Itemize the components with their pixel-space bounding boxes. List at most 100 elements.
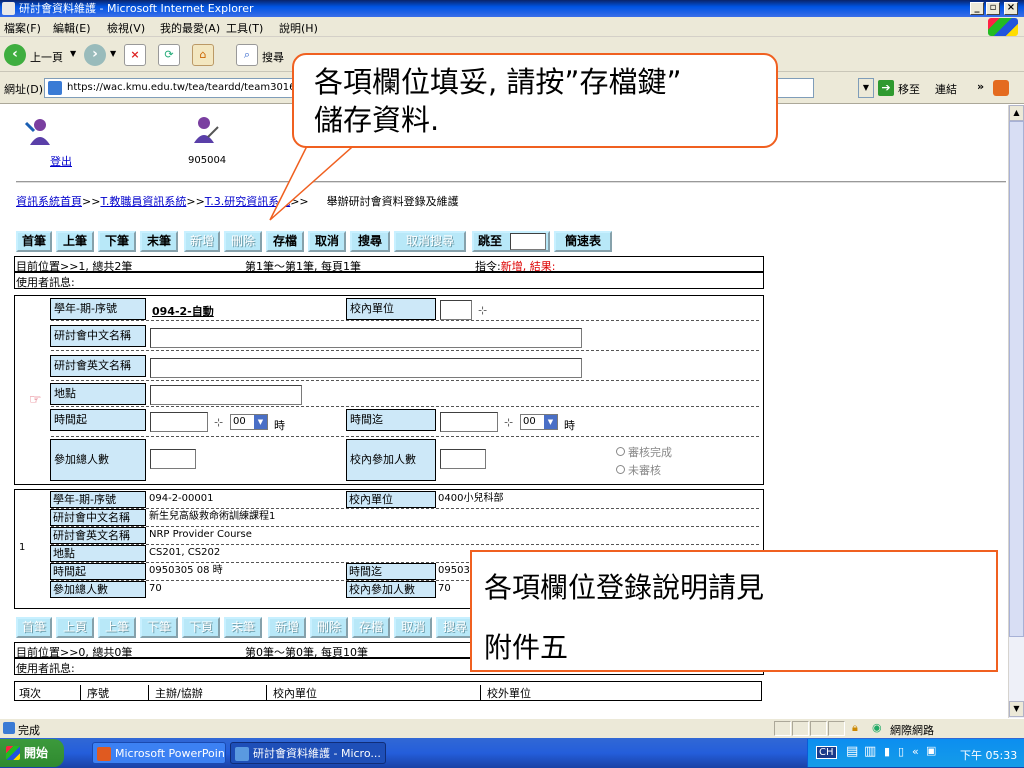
status-pane	[810, 721, 827, 736]
breadcrumb-home[interactable]: 資訊系統首頁	[16, 195, 82, 208]
start-button[interactable]: 開始	[0, 739, 64, 767]
window-title: 研討會資料維護 - Microsoft Internet Explorer	[19, 2, 254, 15]
record-internal-value: 70	[438, 583, 451, 594]
start-date-input[interactable]	[150, 412, 208, 432]
list-next-button[interactable]: 下筆	[140, 617, 178, 638]
cancel-search-button[interactable]: 取消搜尋	[394, 231, 466, 252]
home-icon[interactable]: ⌂	[192, 44, 214, 66]
menu-file[interactable]: 檔案(F)	[4, 20, 41, 36]
first-record-button[interactable]: 首筆	[16, 231, 52, 252]
menu-help[interactable]: 說明(H)	[279, 20, 318, 36]
task-ie[interactable]: 研討會資料維護 - Micro...	[230, 742, 386, 764]
delete-button[interactable]: 刪除	[224, 231, 262, 252]
back-arrow-icon[interactable]: ‹	[4, 44, 26, 66]
menu-tools[interactable]: 工具(T)	[226, 20, 263, 36]
list-prev-button[interactable]: 上筆	[98, 617, 136, 638]
search-button[interactable]: 搜尋	[350, 231, 390, 252]
links-chevron-icon[interactable]: »	[977, 80, 984, 93]
record-place-value: CS201, CS202	[149, 547, 221, 558]
calendar-icon[interactable]: ⊹	[214, 417, 228, 429]
cn-name-input[interactable]	[150, 328, 582, 348]
list-search-button[interactable]: 搜尋	[436, 617, 474, 638]
network-icon[interactable]: ▣	[926, 744, 936, 757]
th-external-unit: 校外單位	[487, 687, 531, 700]
end-time-label: 時間迄	[346, 409, 436, 431]
internal-unit-input[interactable]	[440, 300, 472, 320]
logout-link[interactable]: 登出	[50, 153, 72, 169]
menu-favorites[interactable]: 我的最愛(A)	[160, 20, 220, 36]
tray-icon[interactable]: ▮	[884, 745, 890, 758]
scroll-up-icon[interactable]: ▲	[1009, 105, 1024, 121]
menu-edit[interactable]: 編輯(E)	[53, 20, 91, 36]
radio-approved[interactable]	[616, 447, 625, 456]
start-time-label: 時間起	[50, 409, 146, 431]
vertical-scrollbar[interactable]: ▲ ▼	[1008, 105, 1024, 718]
list-first-button[interactable]: 首筆	[16, 617, 52, 638]
forward-arrow-icon[interactable]: ›	[84, 44, 106, 66]
jump-label: 跳至	[478, 234, 503, 248]
list-prev-page-button[interactable]: 上頁	[56, 617, 94, 638]
search-button[interactable]: 搜尋	[262, 49, 284, 65]
task-powerpoint[interactable]: Microsoft PowerPoint - [...	[92, 742, 226, 764]
lookup-icon[interactable]: ⊹	[478, 305, 492, 317]
cancel-button[interactable]: 取消	[308, 231, 346, 252]
menu-view[interactable]: 檢視(V)	[107, 20, 145, 36]
list-last-button[interactable]: 末筆	[224, 617, 262, 638]
list-delete-button[interactable]: 刪除	[310, 617, 348, 638]
powerpoint-icon	[97, 747, 111, 761]
record-place-label: 地點	[50, 545, 146, 562]
header-divider	[16, 181, 1006, 183]
add-button[interactable]: 新增	[184, 231, 220, 252]
list-save-button[interactable]: 存檔	[352, 617, 390, 638]
forward-dropdown-icon[interactable]: ▼	[110, 49, 116, 58]
back-button[interactable]: 上一頁	[30, 49, 63, 65]
scroll-down-icon[interactable]: ▼	[1009, 701, 1024, 717]
translate-icon[interactable]	[993, 80, 1009, 96]
address-dropdown-icon[interactable]: ▼	[858, 78, 874, 98]
record-total-label: 參加總人數	[50, 581, 146, 598]
links-button[interactable]: 連結	[935, 81, 957, 97]
maximize-button[interactable]: ▫	[986, 2, 1000, 15]
breadcrumb-staff[interactable]: T.教職員資訊系統	[100, 195, 186, 208]
internal-attendees-input[interactable]	[440, 449, 486, 469]
total-attendees-input[interactable]	[150, 449, 196, 469]
back-dropdown-icon[interactable]: ▼	[70, 49, 76, 58]
user-message-label: 使用者訊息:	[16, 276, 75, 289]
save-button[interactable]: 存檔	[266, 231, 304, 252]
th-item: 項次	[19, 685, 81, 701]
scroll-thumb[interactable]	[1009, 121, 1024, 637]
go-button[interactable]: 移至	[898, 81, 920, 97]
ime-shape-icon[interactable]: ▥	[864, 744, 876, 759]
list-next-page-button[interactable]: 下頁	[182, 617, 220, 638]
last-record-button[interactable]: 末筆	[140, 231, 178, 252]
tray-icon[interactable]: ▯	[898, 745, 904, 758]
place-input[interactable]	[150, 385, 302, 405]
ime-mode-icon[interactable]: ▤	[846, 744, 858, 759]
jump-input[interactable]	[510, 233, 546, 250]
end-date-input[interactable]	[440, 412, 498, 432]
row-divider	[51, 436, 759, 437]
stop-icon[interactable]: ×	[124, 44, 146, 66]
minimize-button[interactable]: _	[970, 2, 984, 15]
ime-indicator[interactable]: CH	[816, 746, 837, 759]
radio-pending[interactable]	[616, 465, 625, 474]
list-cancel-button[interactable]: 取消	[394, 617, 432, 638]
close-button[interactable]: ×	[1004, 2, 1018, 15]
record-en-label: 研討會英文名稱	[50, 527, 146, 544]
en-name-input[interactable]	[150, 358, 582, 378]
list-add-button[interactable]: 新增	[268, 617, 306, 638]
th-serial: 序號	[87, 685, 149, 701]
start-hour-select[interactable]: 00 ▼	[230, 414, 268, 430]
next-record-button[interactable]: 下筆	[98, 231, 136, 252]
search-icon[interactable]: ⌕	[236, 44, 258, 66]
go-arrow-icon[interactable]: ➔	[878, 80, 894, 96]
year-term-value: 094-2-自動	[152, 305, 214, 318]
end-hour-select[interactable]: 00 ▼	[520, 414, 558, 430]
status-text: 完成	[18, 724, 40, 737]
brief-table-button[interactable]: 簡速表	[554, 231, 612, 252]
refresh-icon[interactable]: ⟳	[158, 44, 180, 66]
tray-chevron-icon[interactable]: «	[912, 745, 919, 758]
taskbar: 開始 Microsoft PowerPoint - [... 研討會資料維護 -…	[0, 738, 1024, 768]
prev-record-button[interactable]: 上筆	[56, 231, 94, 252]
calendar-icon[interactable]: ⊹	[504, 417, 518, 429]
